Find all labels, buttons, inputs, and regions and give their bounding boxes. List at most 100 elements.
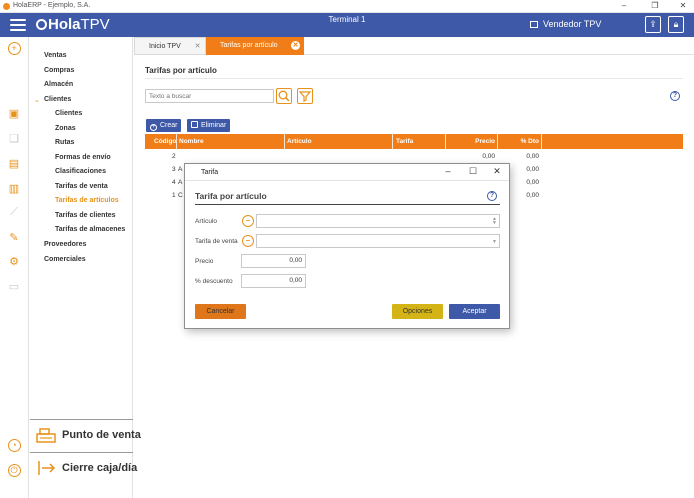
- search-input[interactable]: [145, 89, 274, 103]
- nav-sub-clientes[interactable]: Clientes: [55, 110, 82, 117]
- nav-sub-zonas[interactable]: Zonas: [55, 125, 76, 132]
- col-dto[interactable]: % Dto: [497, 138, 539, 145]
- opciones-button[interactable]: Opciones: [392, 304, 443, 319]
- precio-label: Precio: [195, 258, 214, 265]
- report-icon[interactable]: ▥: [7, 181, 21, 195]
- col-precio[interactable]: Precio: [445, 138, 495, 145]
- filter-button[interactable]: [297, 88, 313, 104]
- tab-close-icon[interactable]: ✕: [193, 42, 202, 51]
- clear-icon[interactable]: –: [242, 215, 254, 227]
- dialog-heading: Tarifa por artículo: [195, 191, 267, 201]
- nav-compras[interactable]: Compras: [44, 67, 74, 74]
- cell-dto: 0,00: [526, 153, 539, 160]
- search-icon: [278, 90, 290, 102]
- cell-nombre: A: [178, 166, 183, 173]
- articulo-field[interactable]: ▲ ▼: [256, 214, 500, 228]
- tarifa-venta-label: Tarifa de venta: [195, 238, 238, 245]
- search-button[interactable]: [276, 88, 292, 104]
- lock-icon[interactable]: 🔒︎: [668, 16, 684, 33]
- crear-label: Crear: [160, 122, 178, 129]
- tab-inicio-label: Inicio TPV: [149, 43, 181, 50]
- clear-icon[interactable]: –: [242, 235, 254, 247]
- plus-circle-icon: +: [150, 124, 157, 131]
- help-icon[interactable]: ?: [670, 91, 680, 101]
- os-titlebar: HolaERP - Ejemplo, S.A. – ❐ ✕: [0, 0, 694, 13]
- restore-icon[interactable]: ❐: [648, 1, 662, 10]
- maximize-icon[interactable]: ☐: [467, 166, 479, 177]
- tab-bar: Inicio TPV ✕ Tarifas por artículo ✕: [134, 37, 694, 55]
- nav-almacen[interactable]: Almacén: [44, 81, 73, 88]
- column-divider: [176, 134, 177, 149]
- cierre-caja-button[interactable]: Cierre caja/día: [30, 452, 137, 484]
- cancelar-button[interactable]: Cancelar: [195, 304, 246, 319]
- cell-codigo: 1: [172, 192, 176, 199]
- document-icon[interactable]: ▤: [7, 156, 21, 170]
- help-icon[interactable]: ?: [487, 191, 497, 201]
- minimize-icon[interactable]: –: [442, 166, 454, 176]
- trash-icon: [191, 121, 198, 128]
- monitor-icon[interactable]: ▭: [7, 279, 21, 293]
- chart-icon[interactable]: ⟋: [7, 205, 21, 219]
- nav-sub-tarifas-venta[interactable]: Tarifas de venta: [55, 183, 108, 190]
- punto-venta-label: Punto de venta: [62, 429, 141, 441]
- cell-precio: 0,00: [482, 153, 495, 160]
- settings-icon[interactable]: ⚙: [7, 254, 21, 268]
- nav-sub-tarifas-clientes[interactable]: Tarifas de clientes: [55, 212, 116, 219]
- nav-sub-tarifas-articulos[interactable]: Tarifas de artículos: [55, 197, 119, 204]
- app-header: HolaTPV Terminal 1 Vendedor TPV ⇪ 🔒︎: [0, 13, 694, 37]
- nav-comerciales[interactable]: Comerciales: [44, 256, 86, 263]
- col-codigo[interactable]: Código: [154, 138, 176, 145]
- power-icon[interactable]: ⏻: [7, 463, 21, 477]
- table-row[interactable]: 2 0,00 0,00: [145, 150, 683, 163]
- minimize-icon[interactable]: –: [617, 1, 631, 10]
- chevron-down-icon: ⌄: [34, 97, 40, 104]
- descuento-field[interactable]: 0,00: [241, 274, 306, 288]
- tab-tarifas-articulo[interactable]: Tarifas por artículo ✕: [206, 37, 304, 55]
- dialog-titlebar: Tarifa – ☐ ✕: [185, 164, 509, 181]
- chevron-down-icon[interactable]: ▼: [492, 240, 497, 245]
- tools-icon[interactable]: ✎: [7, 230, 21, 244]
- divider: [145, 78, 683, 79]
- nav-sub-clasificaciones[interactable]: Clasificaciones: [55, 168, 106, 175]
- precio-field[interactable]: 0,00: [241, 254, 306, 268]
- add-icon[interactable]: +: [7, 41, 21, 55]
- nav-ventas[interactable]: Ventas: [44, 52, 67, 59]
- clipboard-icon[interactable]: ▣: [7, 106, 21, 120]
- divider: [195, 204, 500, 205]
- close-icon[interactable]: ✕: [491, 166, 503, 177]
- tarifa-venta-field[interactable]: ▼: [256, 234, 500, 248]
- tab-tarifas-label: Tarifas por artículo: [220, 42, 278, 49]
- punto-venta-button[interactable]: Punto de venta: [30, 419, 141, 451]
- column-divider: [541, 134, 542, 149]
- col-nombre[interactable]: Nombre: [179, 138, 204, 145]
- cash-register-icon: [36, 428, 56, 443]
- bell-icon[interactable]: ◔: [7, 438, 21, 452]
- drawer-icon[interactable]: ⇪: [645, 16, 661, 33]
- nav-proveedores[interactable]: Proveedores: [44, 241, 86, 248]
- user-area[interactable]: Vendedor TPV: [530, 19, 601, 29]
- tab-inicio-tpv[interactable]: Inicio TPV ✕: [134, 37, 206, 55]
- spin-icon[interactable]: ▲ ▼: [492, 217, 497, 226]
- filter-icon: [298, 91, 312, 102]
- eliminar-button[interactable]: Eliminar: [187, 119, 230, 132]
- nav-sub-tarifas-almacenes[interactable]: Tarifas de almacenes: [55, 226, 125, 233]
- copy-icon[interactable]: ❏: [7, 131, 21, 145]
- col-articulo[interactable]: Artículo: [287, 138, 312, 145]
- cell-codigo: 3: [172, 166, 176, 173]
- close-icon[interactable]: ✕: [676, 1, 690, 10]
- nav-clientes[interactable]: Clientes: [44, 96, 71, 103]
- nav-sub-rutas[interactable]: Rutas: [55, 139, 74, 146]
- icon-rail: + ▣ ❏ ▤ ▥ ⟋ ✎ ⚙ ▭ ◔ ⏻: [0, 37, 29, 498]
- nav-sub-formas-envio[interactable]: Formas de envío: [55, 154, 111, 161]
- unlock-icon: [530, 21, 538, 28]
- aceptar-button[interactable]: Aceptar: [449, 304, 500, 319]
- cell-codigo: 2: [172, 153, 176, 160]
- eliminar-label: Eliminar: [201, 122, 227, 129]
- user-name: Vendedor TPV: [543, 19, 602, 29]
- articulo-label: Artículo: [195, 218, 218, 225]
- crear-button[interactable]: + Crear: [146, 119, 181, 132]
- cell-nombre: A: [178, 179, 183, 186]
- app-logo-icon: [3, 3, 10, 10]
- col-tarifa[interactable]: Tarifa: [396, 138, 413, 145]
- tab-close-icon[interactable]: ✕: [291, 41, 300, 50]
